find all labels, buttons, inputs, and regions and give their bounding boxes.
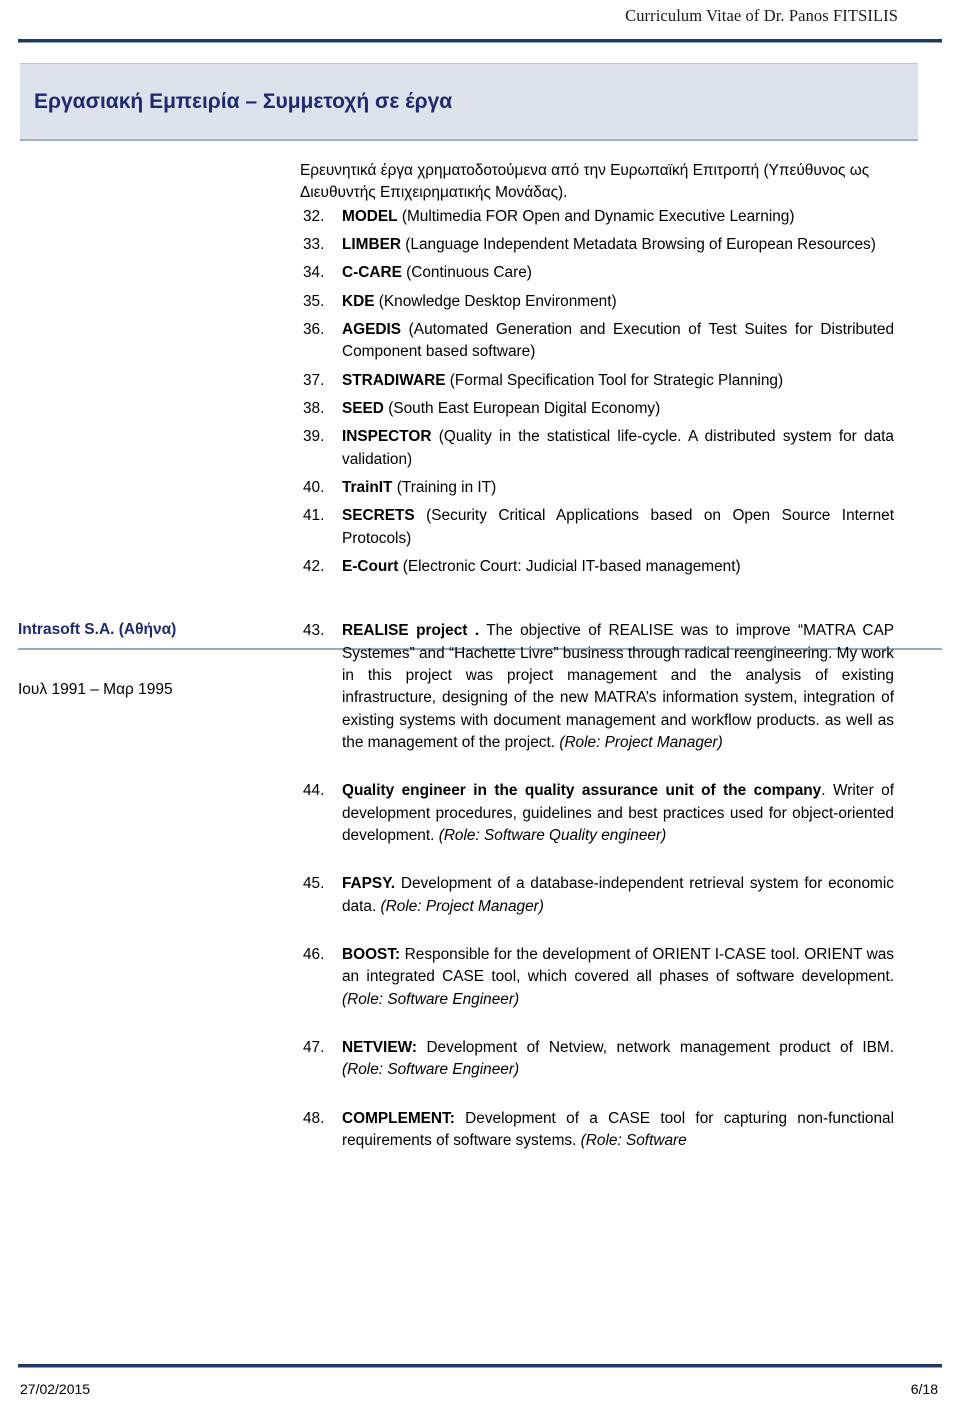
document-page: Curriculum Vitae of Dr. Panos FITSILIS Ε… [0, 0, 960, 1410]
intrasoft-projects-list: 43. REALISE project . The objective of RE… [300, 620, 894, 1152]
list-item: 43. REALISE project . The objective of RE… [300, 620, 894, 754]
list-item-description: (Automated Generation and Execution of T… [342, 321, 894, 361]
list-item-title: C-CARE [342, 264, 402, 282]
list-item-title: KDE [342, 292, 375, 310]
list-item-title: REALISE project . [342, 622, 480, 640]
list-item-title: COMPLEMENT: [342, 1109, 455, 1127]
list-item-title: E-Court [342, 558, 399, 576]
list-item-description: (Formal Specification Tool for Strategic… [445, 371, 784, 389]
list-item-number: 46. [303, 945, 325, 963]
list-item: 33. LIMBER (Language Independent Metadata… [300, 234, 894, 256]
list-item: 39. INSPECTOR (Quality in the statistical… [300, 426, 894, 471]
list-item-role: (Role: Software Engineer) [342, 1061, 520, 1079]
list-item-role: (Role: Project Manager) [380, 897, 544, 915]
list-item: 47. NETVIEW: Development of Netview, netw… [300, 1037, 894, 1082]
list-item-number: 43. [303, 622, 325, 640]
list-item-number: 32. [303, 207, 325, 225]
list-item-title: SEED [342, 400, 384, 418]
list-item-number: 38. [303, 400, 325, 418]
list-item-description: (Language Independent Metadata Browsing … [401, 236, 876, 254]
list-item-title: AGEDIS [342, 321, 402, 339]
list-item: 40. TrainIT (Training in IT) [300, 477, 894, 499]
list-item: 48. COMPLEMENT: Development of a CASE too… [300, 1108, 894, 1153]
list-item: 41. SECRETS (Security Critical Applicatio… [300, 505, 894, 550]
list-item-number: 39. [303, 428, 325, 446]
list-item: 38. SEED (South East European Digital Eco… [300, 398, 894, 420]
list-item-number: 37. [303, 371, 325, 389]
footer-date: 27/02/2015 [20, 1381, 91, 1397]
list-item-title: NETVIEW: [342, 1038, 417, 1056]
experience-block-eu-projects: Ερευνητικά έργα χρηματοδοτούμενα από την… [0, 160, 960, 584]
section-title-band: Εργασιακή Εμπειρία – Συμμετοχή σε έργα [20, 63, 918, 141]
list-item: 44. Quality engineer in the quality assur… [300, 780, 894, 847]
experience-block-intrasoft: Intrasoft S.A. (Αθήνα) Ιουλ 1991 – Μαρ 1… [0, 620, 960, 1178]
list-item-title: INSPECTOR [342, 428, 432, 446]
list-item-role: (Role: Software Engineer) [342, 990, 520, 1008]
list-item-role: (Role: Project Manager) [559, 733, 723, 751]
list-item-description: (South East European Digital Economy) [383, 400, 661, 418]
footer-rule [18, 1364, 942, 1368]
list-item-number: 44. [303, 782, 325, 800]
list-item-description: (Electronic Court: Judicial IT-based man… [398, 558, 741, 576]
list-item-title: Quality engineer in the quality assuranc… [342, 782, 822, 800]
list-item-number: 47. [303, 1038, 325, 1056]
block-content: 43. REALISE project . The objective of RE… [300, 620, 960, 1178]
list-item-description: (Multimedia FOR Open and Dynamic Executi… [397, 207, 795, 225]
list-item-number: 35. [303, 292, 325, 310]
employment-dates: Ιουλ 1991 – Μαρ 1995 [18, 681, 173, 699]
document-body: Ερευνητικά έργα χρηματοδοτούμενα από την… [0, 160, 960, 1178]
list-item: 46. BOOST: Responsible for the developmen… [300, 944, 894, 1011]
list-item-number: 33. [303, 236, 325, 254]
list-item-description: The objective of REALISE was to improve … [342, 622, 895, 751]
list-item: 45. FAPSY. Development of a database-inde… [300, 873, 894, 918]
list-item: 36. AGEDIS (Automated Generation and Exec… [300, 319, 894, 364]
list-item-number: 36. [303, 321, 325, 339]
list-item-number: 40. [303, 479, 325, 497]
list-item-title: BOOST: [342, 945, 401, 963]
list-item-number: 45. [303, 875, 325, 893]
list-item-description: Responsible for the development of ORIEN… [342, 945, 894, 986]
list-item-title: TrainIT [342, 479, 393, 497]
block-gutter: Intrasoft S.A. (Αθήνα) Ιουλ 1991 – Μαρ 1… [0, 620, 300, 1178]
list-item-description: (Security Critical Applications based on… [342, 507, 894, 547]
list-item-number: 41. [303, 507, 325, 525]
list-item-role: (Role: Software Quality engineer) [438, 826, 667, 844]
list-item-description: (Training in IT) [392, 479, 497, 497]
list-item-description: (Knowledge Desktop Environment) [374, 292, 617, 310]
list-item: 34. C-CARE (Continuous Care) [300, 262, 894, 284]
list-item-title: SECRETS [342, 507, 415, 525]
list-item: 35. KDE (Knowledge Desktop Environment) [300, 291, 894, 313]
list-item-description: Development of Netview, network manageme… [416, 1038, 894, 1056]
list-item-number: 42. [303, 558, 325, 576]
list-item-description: (Continuous Care) [401, 264, 532, 282]
list-item-title: LIMBER [342, 236, 401, 254]
employer-name: Intrasoft S.A. (Αθήνα) [18, 621, 177, 639]
page-header: Curriculum Vitae of Dr. Panos FITSILIS [0, 0, 960, 46]
list-item-title: MODEL [342, 207, 398, 225]
list-item-number: 48. [303, 1109, 325, 1127]
eu-projects-list: 32. MODEL (Multimedia FOR Open and Dynami… [300, 206, 894, 579]
list-item-title: STRADIWARE [342, 371, 446, 389]
list-item: 42. E-Court (Electronic Court: Judicial I… [300, 556, 894, 578]
footer-page-number: 6/18 [910, 1381, 938, 1397]
list-item-number: 34. [303, 264, 325, 282]
header-rule [18, 39, 942, 43]
block-gutter [0, 160, 300, 584]
eu-projects-intro: Ερευνητικά έργα χρηματοδοτούμενα από την… [300, 162, 870, 201]
list-item-title: FAPSY. [342, 875, 396, 893]
section-title: Εργασιακή Εμπειρία – Συμμετοχή σε έργα [34, 90, 453, 113]
block-content: Ερευνητικά έργα χρηματοδοτούμενα από την… [300, 160, 960, 584]
header-title: Curriculum Vitae of Dr. Panos FITSILIS [625, 6, 898, 25]
list-item: 37. STRADIWARE (Formal Specification Tool… [300, 370, 894, 392]
list-item: 32. MODEL (Multimedia FOR Open and Dynami… [300, 206, 894, 228]
list-item-role: (Role: Software [580, 1131, 687, 1149]
